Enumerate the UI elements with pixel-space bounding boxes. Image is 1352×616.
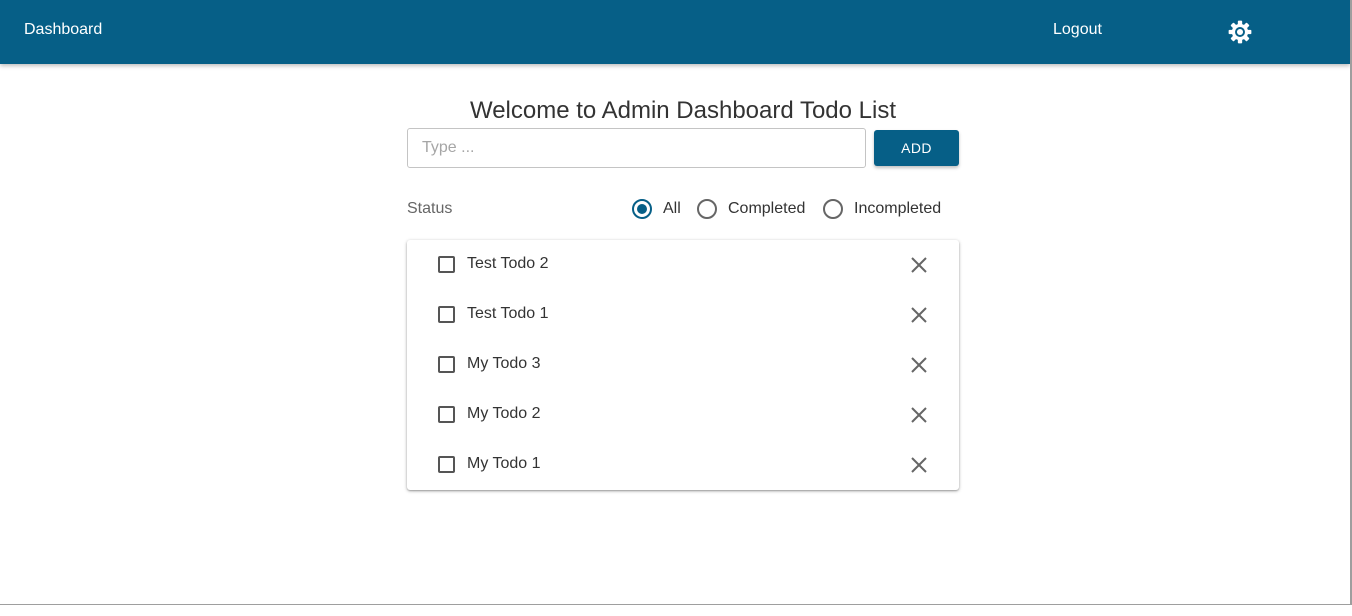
close-icon[interactable] — [910, 406, 928, 424]
todo-text: My Todo 1 — [467, 455, 541, 472]
add-button[interactable]: ADD — [874, 130, 959, 166]
todo-text: Test Todo 1 — [467, 305, 549, 322]
settings-gear-icon[interactable] — [1227, 19, 1253, 45]
todo-checkbox[interactable] — [438, 406, 455, 423]
todo-item: My Todo 2 — [407, 390, 959, 440]
radio-unselected-icon[interactable] — [823, 199, 843, 219]
todo-text: My Todo 2 — [467, 405, 541, 422]
todo-checkbox[interactable] — [438, 306, 455, 323]
app-bar: Dashboard Logout — [0, 0, 1350, 64]
status-label: Status — [407, 200, 453, 217]
todo-list: Test Todo 2 Test Todo 1 My Todo 3 My Tod… — [407, 240, 959, 490]
status-radio-label: Completed — [728, 200, 806, 217]
radio-unselected-icon[interactable] — [697, 199, 717, 219]
todo-checkbox[interactable] — [438, 456, 455, 473]
logout-button[interactable]: Logout — [1053, 21, 1102, 39]
page-title: Welcome to Admin Dashboard Todo List — [469, 97, 896, 124]
status-radio-label: All — [663, 200, 681, 217]
todo-item: Test Todo 1 — [407, 290, 959, 340]
close-icon[interactable] — [910, 306, 928, 324]
close-icon[interactable] — [910, 356, 928, 374]
status-radio-all[interactable]: All — [632, 198, 681, 220]
status-radio-incompleted[interactable]: Incompleted — [823, 198, 941, 220]
dashboard-link[interactable]: Dashboard — [24, 21, 102, 39]
viewport: Dashboard Logout Welcome to Admin Dashbo… — [0, 0, 1352, 605]
todo-item: My Todo 3 — [407, 340, 959, 390]
todo-checkbox[interactable] — [438, 256, 455, 273]
todo-item: My Todo 1 — [407, 440, 959, 490]
todo-checkbox[interactable] — [438, 356, 455, 373]
todo-item: Test Todo 2 — [407, 240, 959, 290]
todo-text: My Todo 3 — [467, 355, 541, 372]
todo-input[interactable] — [407, 128, 866, 168]
radio-selected-icon[interactable] — [632, 199, 652, 219]
status-radio-label: Incompleted — [854, 200, 942, 217]
todo-text: Test Todo 2 — [467, 255, 549, 272]
close-icon[interactable] — [910, 256, 928, 274]
close-icon[interactable] — [910, 456, 928, 474]
status-radio-completed[interactable]: Completed — [697, 198, 805, 220]
